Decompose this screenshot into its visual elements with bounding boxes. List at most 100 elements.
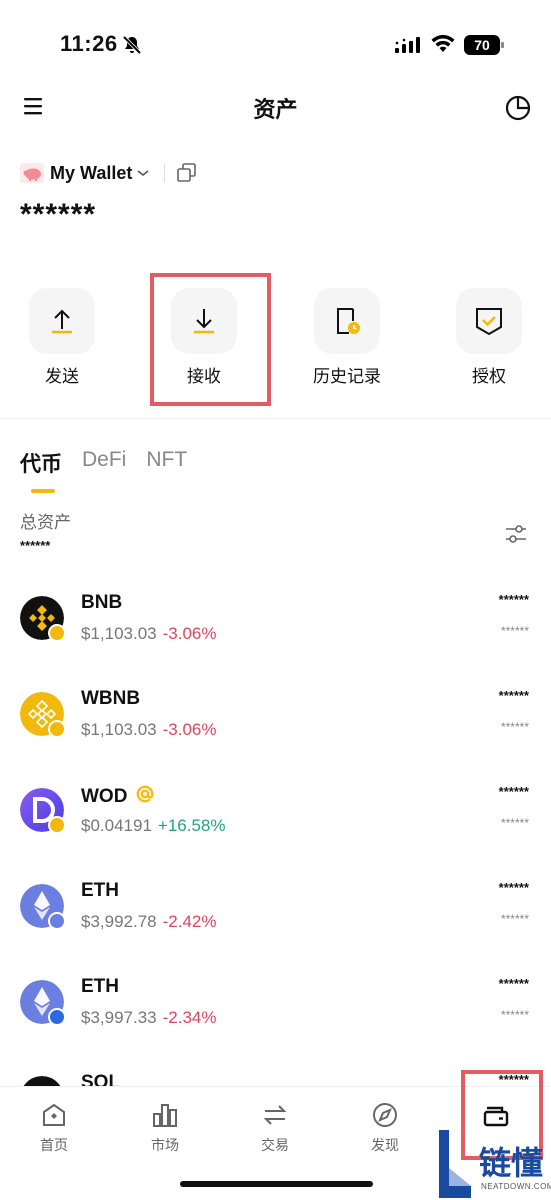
token-symbol: SOL: [81, 1072, 121, 1086]
chain-badge-icon: [48, 816, 66, 834]
signal-icon: [395, 37, 420, 53]
nav-trade[interactable]: 交易: [235, 1101, 315, 1155]
token-amount: ******: [498, 688, 529, 703]
chain-badge-icon: [48, 912, 66, 930]
total-assets-label: 总资产: [20, 513, 71, 532]
token-symbol-text: WOD: [81, 786, 128, 807]
token-value: ******: [500, 816, 529, 830]
filter-icon[interactable]: [504, 522, 528, 546]
token-price-value: $0.04191: [81, 816, 152, 835]
wallet-name: My Wallet: [50, 162, 133, 183]
token-value: ******: [500, 912, 529, 926]
nav-home-label: 首页: [40, 1137, 68, 1153]
header: 资产: [0, 88, 551, 128]
watermark-logo-icon: [439, 1130, 471, 1198]
compass-icon: [373, 1103, 397, 1127]
tab-nft[interactable]: NFT: [146, 448, 187, 478]
history-button[interactable]: 历史记录: [287, 288, 407, 387]
nav-market[interactable]: 市场: [125, 1101, 205, 1155]
history-icon: [337, 308, 360, 334]
token-amount: ******: [498, 784, 529, 799]
battery-tip: [501, 42, 504, 48]
home-indicator: [180, 1181, 373, 1187]
token-change: -2.42%: [162, 912, 217, 931]
shield-check-icon: [476, 308, 502, 336]
nav-trade-label: 交易: [261, 1137, 289, 1153]
page-title: 资产: [253, 97, 298, 122]
token-change: -3.06%: [162, 624, 217, 643]
token-price-value: $3,997.33: [81, 1008, 157, 1027]
at-sign-icon: [136, 785, 155, 803]
token-symbol: ETH: [81, 976, 119, 997]
nav-market-label: 市场: [151, 1137, 179, 1153]
token-symbol: BNB: [81, 592, 123, 613]
arrow-up-icon: [52, 309, 72, 334]
token-price-value: $1,103.03: [81, 720, 157, 739]
token-row[interactable]: ETH $3,992.78 -2.42% ****** ******: [0, 874, 551, 970]
divider: [164, 164, 166, 182]
watermark: 链懂 NEATDOWN.COM: [435, 1128, 551, 1200]
token-amount: ******: [498, 976, 529, 991]
token-symbol: WBNB: [81, 688, 141, 709]
watermark-text: 链懂: [479, 1144, 544, 1182]
sol-logo-icon: [23, 1076, 61, 1086]
send-button-bg: [29, 288, 95, 354]
token-row[interactable]: WOD $0.04191 +16.58% ****** ******: [0, 778, 551, 874]
tab-defi[interactable]: DeFi: [82, 448, 126, 478]
token-value: ******: [500, 720, 529, 734]
history-label: 历史记录: [313, 367, 381, 386]
annotation-highlight: [150, 273, 271, 406]
bell-muted-icon: [122, 35, 142, 55]
home-icon: [43, 1103, 65, 1126]
nav-home[interactable]: 首页: [14, 1101, 94, 1155]
authorize-button-bg: [456, 288, 522, 354]
token-change: -2.34%: [162, 1008, 217, 1027]
token-row[interactable]: WBNB $1,103.03 -3.06% ****** ******: [0, 682, 551, 778]
battery-indicator: 70: [464, 35, 504, 55]
action-bar: 发送 接收 历史记录 授权: [0, 288, 551, 398]
token-change: -3.06%: [162, 720, 217, 739]
token-row[interactable]: BNB $1,103.03 -3.06% ****** ******: [0, 586, 551, 682]
token-value: ******: [500, 624, 529, 638]
battery-level: 70: [464, 35, 500, 55]
piggy-bank-icon: [20, 163, 44, 183]
send-button[interactable]: 发送: [2, 288, 122, 387]
asset-tabs: 代币 DeFi NFT: [20, 448, 207, 478]
token-change: +16.58%: [157, 816, 226, 835]
token-price: $3,997.33 -2.34%: [81, 1008, 217, 1028]
wifi-icon: [431, 34, 455, 52]
token-amount: ******: [498, 592, 529, 607]
total-assets-value: ******: [20, 538, 51, 553]
token-price-value: $1,103.03: [81, 624, 157, 643]
tab-tokens[interactable]: 代币: [20, 448, 62, 478]
token-symbol: ETH: [81, 880, 119, 901]
token-value: ******: [500, 1008, 529, 1022]
token-price: $0.04191 +16.58%: [81, 816, 226, 836]
wallet-balance: ******: [20, 198, 97, 231]
section-divider: [0, 418, 551, 419]
pie-chart-icon[interactable]: [505, 95, 531, 121]
copy-icon[interactable]: [177, 163, 197, 183]
chain-badge-icon: [48, 1008, 66, 1026]
chain-badge-icon: [48, 720, 66, 738]
token-price: $1,103.03 -3.06%: [81, 720, 217, 740]
send-label: 发送: [45, 367, 79, 386]
nav-discover-label: 发现: [371, 1137, 399, 1153]
tab-indicator: [31, 489, 55, 493]
token-list: BNB $1,103.03 -3.06% ****** ****** WBNB $…: [0, 586, 551, 1086]
token-symbol: WOD: [81, 784, 155, 808]
authorize-label: 授权: [472, 367, 506, 386]
chain-badge-icon: [48, 624, 66, 642]
token-price-value: $3,992.78: [81, 912, 157, 931]
authorize-button[interactable]: 授权: [429, 288, 549, 387]
token-amount: ******: [498, 880, 529, 895]
wallet-selector[interactable]: My Wallet: [20, 158, 197, 188]
watermark-subtext: NEATDOWN.COM: [481, 1182, 551, 1191]
token-row[interactable]: ETH $3,997.33 -2.34% ****** ******: [0, 970, 551, 1066]
market-icon: [153, 1104, 177, 1127]
status-time: 11:26: [60, 31, 118, 56]
status-bar: 11:26 70: [0, 0, 551, 88]
chevron-down-icon: [137, 170, 149, 177]
token-price: $3,992.78 -2.42%: [81, 912, 217, 932]
nav-discover[interactable]: 发现: [345, 1101, 425, 1155]
